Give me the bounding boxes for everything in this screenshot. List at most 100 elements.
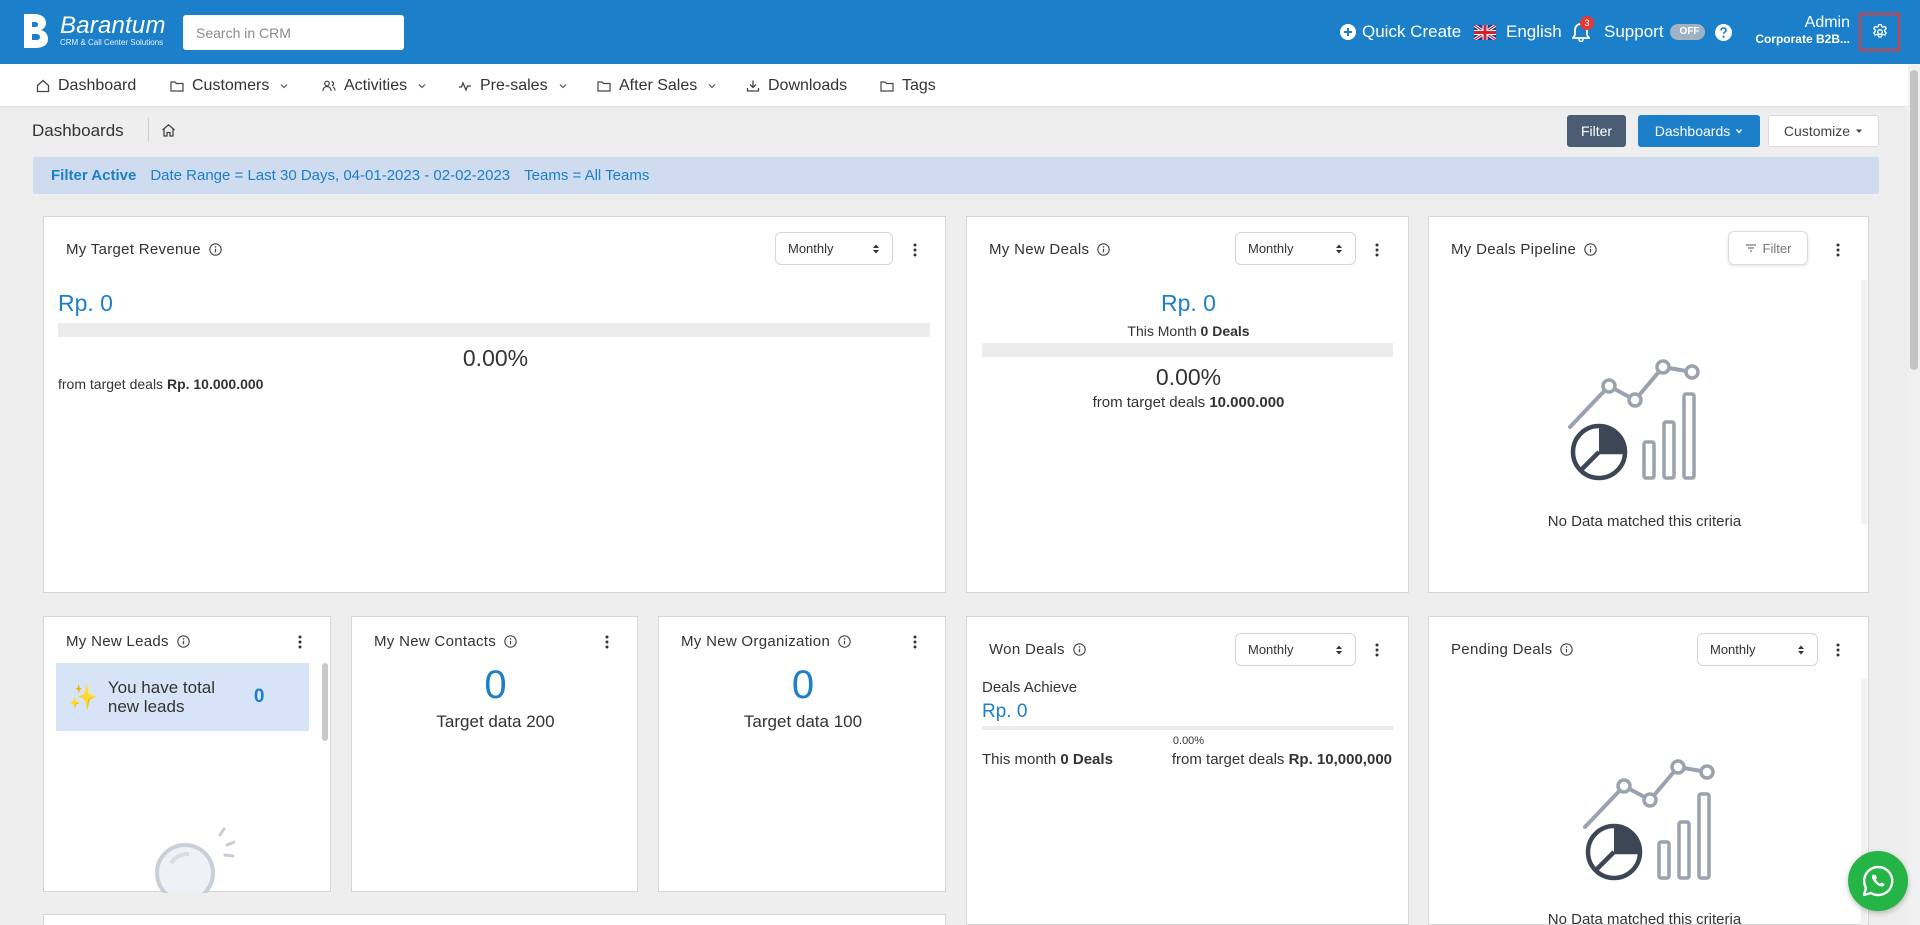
select-arrows-icon	[1336, 244, 1342, 254]
period-select-value: Monthly	[1710, 642, 1756, 657]
info-icon[interactable]	[209, 243, 222, 256]
filter-teams[interactable]: Teams = All Teams	[524, 167, 649, 184]
card-scrollbar[interactable]	[322, 663, 328, 741]
pending-deals-card: Pending Deals Monthly No Data matched th…	[1428, 616, 1869, 925]
info-icon[interactable]	[177, 635, 190, 648]
main-navigation: Dashboard Customers Activities Pre-sales…	[0, 64, 1920, 107]
revenue-progress-bar	[58, 323, 930, 337]
nav-activities[interactable]: Activities	[322, 64, 427, 107]
won-deals-percent: 0.00%	[1172, 735, 1205, 747]
nav-presales[interactable]: Pre-sales	[458, 64, 568, 107]
info-icon[interactable]	[838, 635, 851, 648]
settings-button[interactable]	[1859, 13, 1900, 51]
filter-date-range[interactable]: Date Range = Last 30 Days, 04-01-2023 - …	[150, 167, 510, 184]
won-deals-month-label: This month	[982, 751, 1057, 768]
search-input[interactable]	[183, 15, 404, 50]
won-deals-month: This month 0 Deals	[982, 751, 1113, 768]
select-arrows-icon	[1336, 645, 1342, 655]
user-organization: Corporate B2B...	[1755, 32, 1850, 46]
card-title-text: My New Organization	[681, 633, 831, 650]
new-leads-count: 0	[253, 686, 265, 707]
quick-create-button[interactable]: Quick Create	[1340, 22, 1461, 42]
revenue-from-label: from target deals	[58, 376, 164, 392]
new-contacts-card: My New Contacts 0 Target data 200	[351, 616, 638, 892]
new-leads-banner[interactable]: ✨ You have total new leads 0	[56, 663, 309, 731]
filter-button[interactable]: Filter	[1567, 115, 1626, 147]
info-icon[interactable]	[1073, 643, 1086, 656]
support-toggle[interactable]: Support OFF	[1604, 22, 1705, 42]
home-icon[interactable]	[161, 123, 176, 138]
whatsapp-chat-button[interactable]	[1848, 851, 1908, 911]
gear-icon	[1872, 24, 1887, 38]
kebab-menu-icon[interactable]	[1836, 243, 1840, 257]
kebab-menu-icon[interactable]	[298, 635, 302, 649]
customize-label: Customize	[1783, 123, 1851, 139]
nav-customers[interactable]: Customers	[170, 64, 289, 107]
won-deals-achieve-label: Deals Achieve	[982, 679, 1078, 696]
nav-tags-label: Tags	[902, 76, 936, 94]
folder-icon	[880, 80, 894, 92]
kebab-menu-icon[interactable]	[1375, 243, 1379, 257]
kebab-menu-icon[interactable]	[913, 243, 917, 257]
card-title: My New Deals	[989, 241, 1111, 258]
nav-after-sales-label: After Sales	[619, 76, 698, 94]
target-revenue-card: My Target Revenue Monthly Rp. 0 0.00% fr…	[43, 216, 946, 593]
card-title: Pending Deals	[1451, 641, 1574, 658]
magnifier-icon	[155, 827, 236, 893]
dashboards-dropdown[interactable]: Dashboards	[1638, 115, 1760, 147]
card-scrollbar[interactable]	[1861, 280, 1867, 524]
new-deals-card: My New Deals Monthly Rp. 0 This Month 0 …	[966, 216, 1409, 593]
nav-customers-label: Customers	[192, 76, 270, 94]
pipeline-filter-label: Filter	[1762, 240, 1792, 256]
card-title-text: My New Leads	[66, 633, 169, 650]
barantum-logo-icon	[24, 14, 48, 48]
won-deals-target-value: Rp. 10,000,000	[1288, 751, 1392, 768]
nav-downloads[interactable]: Downloads	[746, 64, 847, 107]
pipeline-filter-button[interactable]: Filter	[1728, 231, 1808, 265]
card-title: Won Deals	[989, 641, 1086, 658]
folder-icon	[597, 80, 611, 92]
info-icon[interactable]	[1097, 243, 1111, 256]
kebab-menu-icon[interactable]	[605, 635, 609, 649]
kebab-menu-icon[interactable]	[1375, 643, 1379, 657]
language-label: English	[1506, 22, 1562, 41]
support-label: Support	[1604, 22, 1664, 41]
kebab-menu-icon[interactable]	[913, 635, 917, 649]
period-select[interactable]: Monthly	[775, 232, 893, 265]
new-deals-month-count: 0 Deals	[1200, 323, 1250, 339]
caret-down-icon	[1856, 129, 1863, 133]
won-deals-target-text: from target deals Rp. 10,000,000	[1172, 751, 1392, 768]
support-toggle-switch[interactable]: OFF	[1669, 24, 1705, 40]
notification-badge: 3	[1580, 16, 1594, 30]
card-title-text: My New Contacts	[374, 633, 497, 650]
new-organization-target: Target data 100	[743, 712, 863, 731]
user-menu[interactable]: Admin Corporate B2B...	[1740, 13, 1850, 47]
page-scrollbar-thumb[interactable]	[1910, 70, 1918, 370]
help-icon[interactable]	[1715, 24, 1732, 41]
next-card	[43, 914, 946, 925]
info-icon[interactable]	[1560, 643, 1574, 656]
nav-presales-label: Pre-sales	[480, 76, 548, 94]
info-icon[interactable]	[1584, 243, 1597, 256]
new-leads-card: My New Leads ✨ You have total new leads …	[43, 616, 331, 893]
new-contacts-value: 0	[484, 663, 507, 707]
nav-tags[interactable]: Tags	[880, 64, 936, 107]
language-selector[interactable]: English	[1474, 22, 1562, 42]
top-bar: Barantum CRM & Call Center Solutions Qui…	[0, 0, 1920, 64]
nav-downloads-label: Downloads	[768, 76, 848, 94]
period-select[interactable]: Monthly	[1235, 633, 1356, 666]
nav-dashboard[interactable]: Dashboard	[36, 64, 136, 107]
kebab-menu-icon[interactable]	[1836, 643, 1840, 657]
info-icon[interactable]	[504, 635, 517, 648]
nav-after-sales[interactable]: After Sales	[597, 64, 717, 107]
card-title-text: My Deals Pipeline	[1451, 241, 1577, 258]
won-deals-card: Won Deals Monthly Deals Achieve Rp. 0 0.…	[966, 616, 1409, 925]
period-select[interactable]: Monthly	[1235, 232, 1356, 265]
brand-logo[interactable]: Barantum CRM & Call Center Solutions	[20, 12, 166, 50]
empty-chart-icon	[1568, 359, 1700, 481]
chevron-down-icon	[1736, 129, 1743, 134]
period-select[interactable]: Monthly	[1697, 633, 1818, 666]
filter-active-label: Filter Active	[51, 167, 137, 184]
card-title: My New Leads	[66, 633, 190, 650]
customize-dropdown[interactable]: Customize	[1768, 115, 1879, 147]
